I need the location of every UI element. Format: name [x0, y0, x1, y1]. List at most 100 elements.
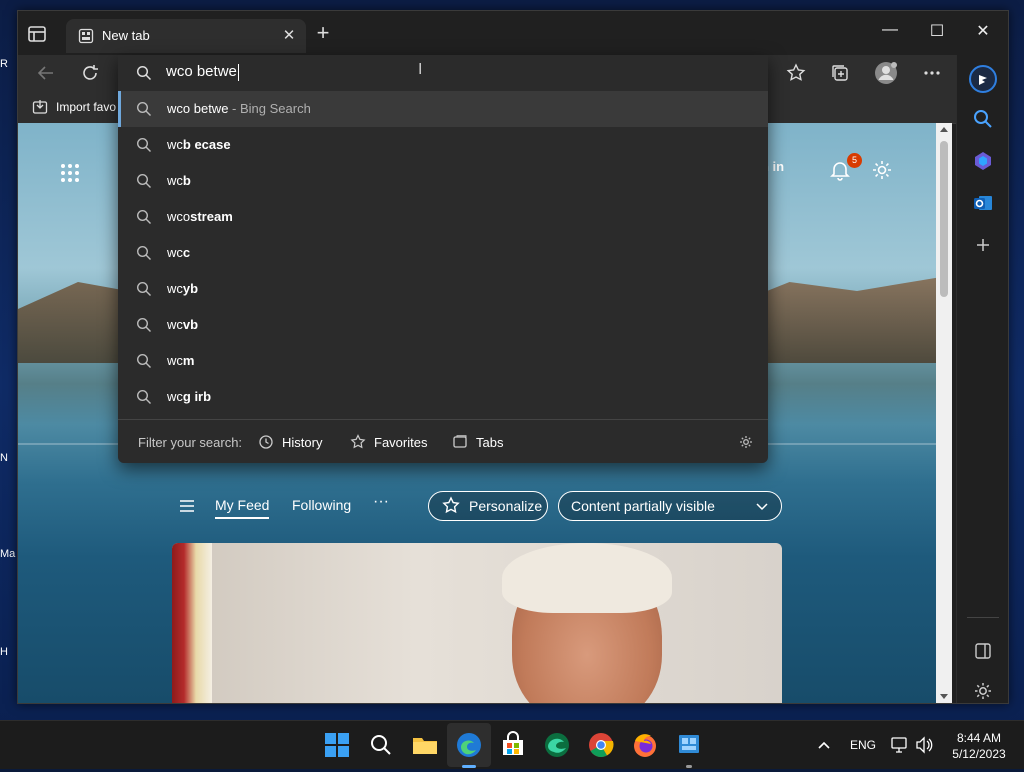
suggestion-completion: vb: [182, 317, 199, 332]
favorites-star-icon[interactable]: [784, 61, 808, 85]
collections-icon[interactable]: [828, 61, 852, 85]
shopping-icon[interactable]: [971, 149, 995, 173]
person-photo: [502, 543, 672, 613]
personalize-button[interactable]: Personalize: [428, 491, 548, 521]
desktop-icon-label[interactable]: Ma: [0, 548, 15, 560]
clock-date: 5/12/2023: [952, 747, 1006, 761]
suggestion-item[interactable]: wcyb: [118, 271, 768, 307]
new-tab-plus-icon[interactable]: +: [312, 22, 334, 45]
tab-my-feed[interactable]: My Feed: [215, 497, 270, 519]
suggestion-prefix: wc: [167, 137, 183, 152]
minimize-icon[interactable]: ―: [875, 21, 905, 45]
profile-avatar-icon[interactable]: [874, 61, 898, 85]
import-favorites-button[interactable]: Import favo: [32, 97, 116, 117]
volume-icon[interactable]: [914, 721, 934, 769]
microsoft-store-icon[interactable]: [499, 731, 527, 759]
add-sidebar-app-icon[interactable]: [971, 233, 995, 257]
edge-sidebar: [956, 55, 1008, 703]
chrome-icon[interactable]: [587, 731, 615, 759]
hide-sidebar-icon[interactable]: [971, 639, 995, 663]
search-icon[interactable]: [971, 107, 995, 131]
flag-graphic: [172, 543, 212, 703]
ibeam-cursor-icon: I: [418, 61, 423, 78]
filter-history-button[interactable]: History: [258, 428, 322, 456]
sparkle-star-icon: [442, 496, 460, 514]
network-icon[interactable]: [890, 721, 910, 769]
search-icon: [136, 137, 152, 153]
tabs-icon: [453, 435, 467, 448]
suggestion-completion: b: [182, 173, 191, 188]
suggestion-item[interactable]: wcm: [118, 343, 768, 379]
suggestion-item[interactable]: wcc: [118, 235, 768, 271]
content-visibility-label: Content partially visible: [571, 498, 715, 514]
tab-new-tab[interactable]: New tab ✕: [66, 19, 306, 53]
sidebar-settings-gear-icon[interactable]: [971, 679, 995, 703]
search-settings-gear-icon[interactable]: [738, 434, 754, 450]
suggestion-item[interactable]: wcvb: [118, 307, 768, 343]
desktop-icon-label[interactable]: N: [0, 452, 8, 464]
file-explorer-icon[interactable]: [411, 731, 439, 759]
show-hidden-icons-chevron-up-icon[interactable]: [816, 721, 832, 769]
suggestion-text: wcm: [167, 353, 194, 368]
suggestion-item[interactable]: wcostream: [118, 199, 768, 235]
notification-count-badge: 5: [847, 153, 862, 168]
page-scrollbar[interactable]: [936, 123, 952, 703]
outlook-icon[interactable]: [971, 191, 995, 215]
suggestion-suffix: - Bing Search: [228, 101, 311, 116]
suggestion-text: wcc: [167, 245, 190, 260]
refresh-icon[interactable]: [78, 61, 102, 85]
filter-favorites-button[interactable]: Favorites: [350, 428, 427, 456]
filter-history-label: History: [282, 434, 323, 450]
address-input[interactable]: wco betwe: [166, 63, 239, 81]
search-icon: [136, 317, 152, 333]
address-bar-suggestions-dropdown: wco betwe I wco betwe - Bing Search wcb …: [118, 55, 768, 463]
maximize-icon[interactable]: ☐: [922, 21, 952, 45]
edge-browser-icon[interactable]: [455, 731, 483, 759]
suggestion-completion: b ecase: [182, 137, 231, 152]
tab-following[interactable]: Following: [292, 497, 351, 513]
more-options-button[interactable]: ···: [373, 493, 389, 511]
bing-chat-icon[interactable]: [969, 65, 997, 93]
desktop-icon-label[interactable]: H: [0, 646, 8, 658]
news-article-image[interactable]: [172, 543, 782, 703]
text-caret: [237, 63, 239, 81]
close-tab-icon[interactable]: ✕: [280, 27, 298, 45]
close-window-icon[interactable]: ✕: [968, 21, 998, 45]
address-input-value: wco betwe: [166, 63, 237, 80]
settings-more-icon[interactable]: [920, 61, 944, 85]
address-bar[interactable]: wco betwe I: [118, 55, 768, 91]
filter-tabs-button[interactable]: Tabs: [452, 428, 503, 456]
edge-dev-icon[interactable]: [543, 731, 571, 759]
app-launcher-icon[interactable]: [60, 163, 80, 183]
page-settings-gear-icon[interactable]: [870, 158, 894, 182]
taskbar-search-icon[interactable]: [367, 731, 395, 759]
suggestion-prefix: wc: [167, 281, 183, 296]
suggestion-prefix: wc: [167, 245, 183, 260]
start-windows-icon[interactable]: [323, 731, 351, 759]
language-indicator[interactable]: ENG: [850, 721, 876, 769]
back-arrow-icon[interactable]: [34, 61, 58, 85]
clock[interactable]: 8:44 AM 5/12/2023: [944, 721, 1014, 769]
scroll-up-arrow-icon[interactable]: [940, 127, 948, 132]
suggestion-completion: c: [182, 245, 191, 260]
desktop-icon-label[interactable]: R: [0, 58, 8, 70]
suggestion-item[interactable]: wcg irb: [118, 379, 768, 415]
import-icon: [32, 100, 48, 114]
suggestion-text: wcb ecase: [167, 137, 231, 152]
suggestion-item[interactable]: wcb ecase: [118, 127, 768, 163]
scroll-down-arrow-icon[interactable]: [940, 694, 948, 699]
suggestion-item[interactable]: wco betwe - Bing Search: [118, 91, 768, 127]
suggestion-completion: g irb: [182, 389, 212, 404]
search-icon: [136, 389, 152, 405]
search-icon: [136, 173, 152, 189]
edge-browser-window: New tab ✕ + ― ☐ ✕ Import favo gn in 5 My…: [17, 10, 1009, 704]
suggestion-item[interactable]: wcb: [118, 163, 768, 199]
suggestion-text: wcyb: [167, 281, 198, 296]
tab-actions-icon[interactable]: [26, 23, 48, 45]
menu-hamburger-icon[interactable]: [178, 498, 196, 514]
content-visibility-dropdown[interactable]: Content partially visible: [558, 491, 782, 521]
search-icon: [136, 209, 152, 225]
firefox-icon[interactable]: [631, 731, 659, 759]
control-panel-icon[interactable]: [675, 731, 703, 759]
scrollbar-thumb[interactable]: [940, 141, 948, 297]
